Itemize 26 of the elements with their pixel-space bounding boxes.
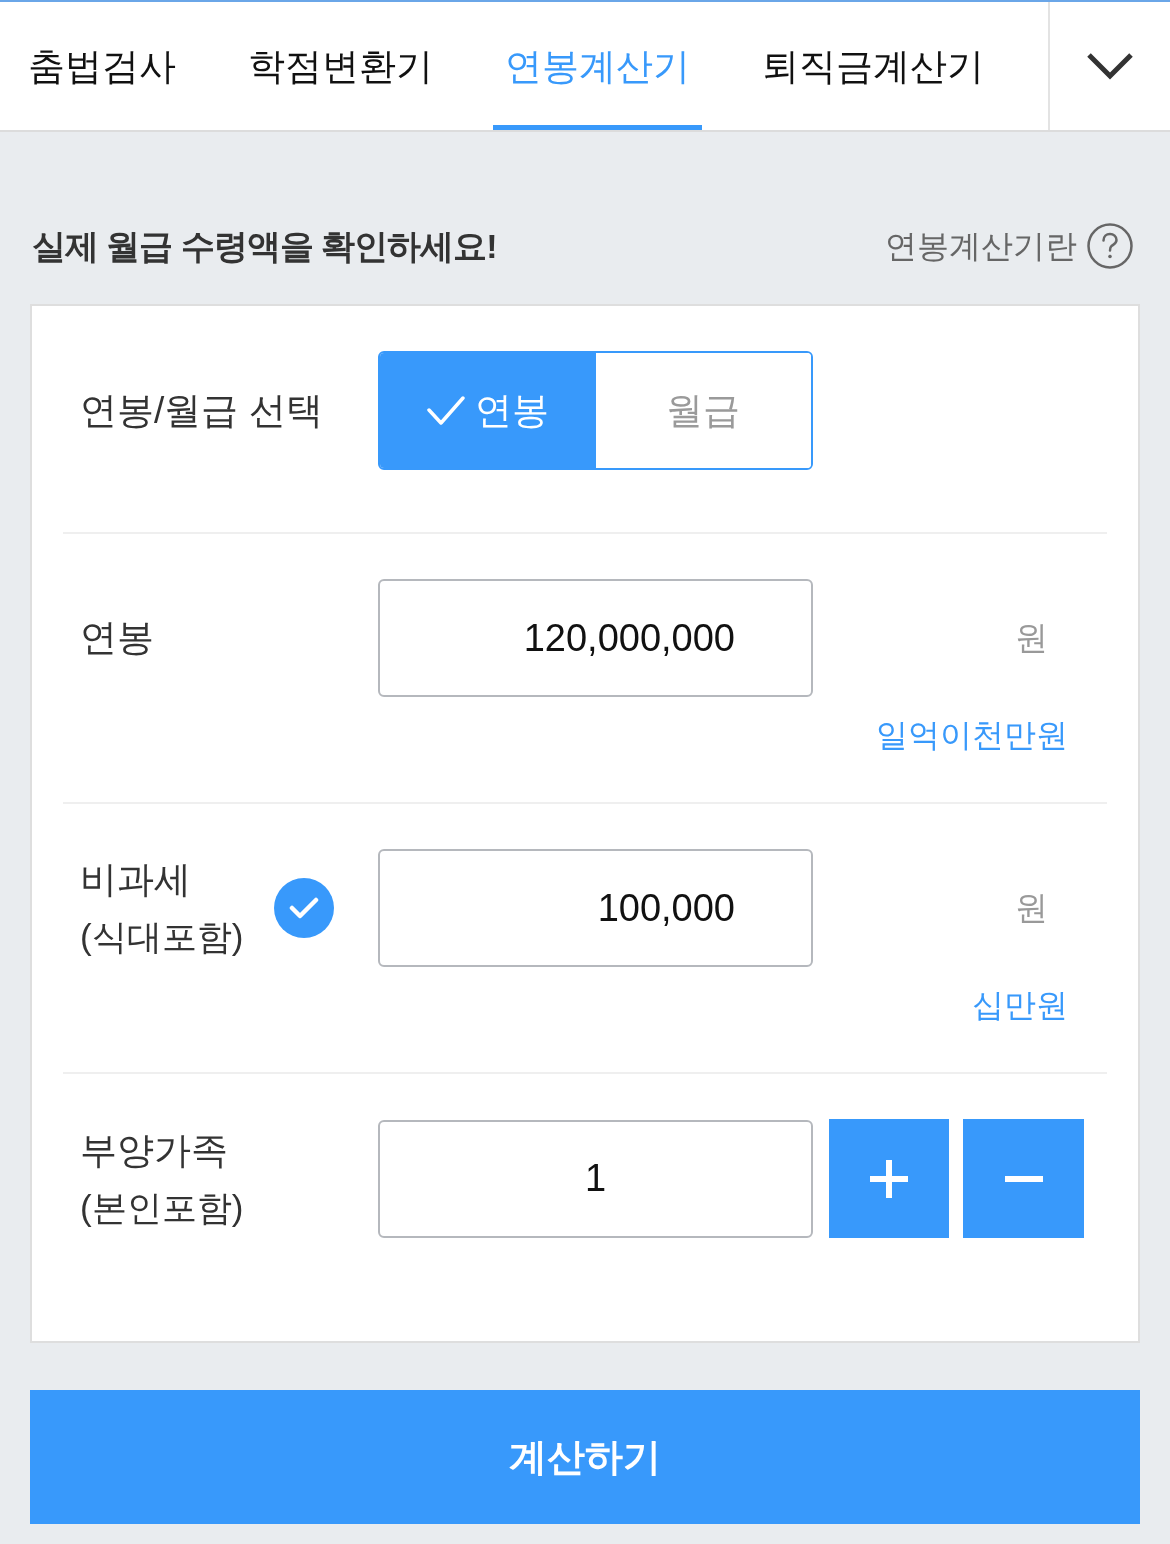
increase-button[interactable] (829, 1119, 949, 1238)
minus-icon (1004, 1175, 1043, 1182)
field-sublabel: (본인포함) (80, 1186, 244, 1229)
checkbox[interactable] (274, 878, 334, 938)
count-input[interactable]: 1 (378, 1119, 813, 1238)
check-icon (289, 897, 319, 919)
check-icon (426, 395, 465, 426)
plus-icon (870, 1159, 908, 1198)
tab[interactable]: 퇴직금계산기 (750, 2, 996, 130)
field-sublabel: (식대포함) (80, 916, 244, 958)
page-heading: 실제 월급 수령액을 확인하세요! (32, 226, 497, 267)
field-label: 연봉 (80, 616, 154, 660)
field-label: 부양가족 (80, 1128, 229, 1173)
field-label: 비과세 (80, 858, 192, 902)
amount-in-words: 십만원 (972, 986, 1068, 1025)
chevron-down-icon (1086, 52, 1134, 80)
tab[interactable]: 춤법검사 (16, 2, 188, 130)
help-link[interactable]: 연봉계산기란 (885, 222, 1133, 270)
amount-in-words: 일억이천만원 (876, 716, 1068, 755)
amount-input[interactable]: 100,000 (378, 849, 813, 967)
field-label: 연봉/월급 선택 (80, 388, 323, 433)
unit-label: 원 (1015, 888, 1048, 929)
tab[interactable]: 학점변환기 (236, 2, 445, 130)
amount-input[interactable]: 120,000,000 (378, 579, 813, 697)
help-icon (1087, 223, 1133, 269)
unit-label: 원 (1015, 618, 1048, 659)
